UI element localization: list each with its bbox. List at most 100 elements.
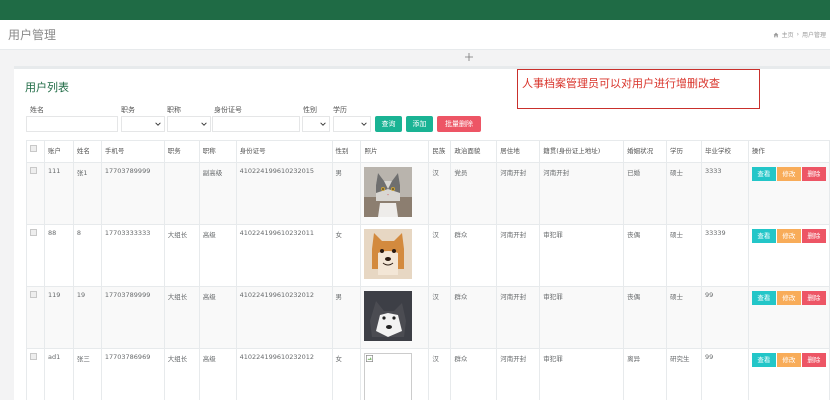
view-button[interactable]: 查看 (751, 167, 776, 181)
row-select[interactable] (26, 162, 45, 225)
cell-education: 研究生 (666, 348, 702, 400)
cell-ethnicity: 汉 (428, 224, 452, 287)
view-button[interactable]: 查看 (751, 291, 776, 305)
cell-actions: 查看 修改 删除 (747, 286, 830, 349)
cell-marital: 离异 (623, 348, 668, 400)
col-header: 政治面貌 (450, 140, 498, 163)
idcard-input[interactable] (212, 116, 300, 132)
col-header: 毕业学校 (700, 140, 749, 163)
cell-name: 张1 (72, 162, 102, 225)
table-row: ad1 张三 17703786969 大组长 高级 41022419961023… (26, 348, 830, 400)
select-all-checkbox[interactable] (30, 145, 37, 152)
cell-phone: 17703333333 (100, 224, 165, 287)
cat-photo[interactable] (364, 167, 413, 217)
chevron-down-icon (201, 121, 207, 127)
row-checkbox[interactable] (30, 229, 37, 236)
position-select[interactable] (121, 116, 165, 132)
col-header: 姓名 (72, 140, 102, 163)
table-header-row: 账户 姓名 手机号 职务 职称 身份证号 性别 照片 民族 政治面貌 居住地 籍… (26, 140, 830, 163)
cell-politics: 群众 (450, 348, 498, 400)
col-header: 性别 (331, 140, 362, 163)
query-button[interactable]: 查询 (375, 116, 402, 132)
cell-idcard: 410224199610232012 (235, 348, 333, 400)
cell-ethnicity: 汉 (428, 286, 452, 349)
cell-residence: 河南开封 (496, 224, 541, 287)
col-header: 职称 (198, 140, 237, 163)
row-checkbox[interactable] (30, 353, 37, 360)
cell-education: 硕士 (666, 162, 702, 225)
view-button[interactable]: 查看 (751, 229, 776, 243)
row-checkbox[interactable] (30, 167, 37, 174)
chevron-down-icon (320, 121, 326, 127)
cell-school: 3333 (700, 162, 749, 225)
edit-button[interactable]: 修改 (776, 229, 801, 243)
broken-image-icon (366, 355, 374, 362)
cell-ethnicity: 汉 (428, 162, 452, 225)
dog-photo[interactable] (364, 229, 413, 279)
move-icon[interactable] (465, 53, 473, 61)
cell-idcard: 410224199610232012 (235, 286, 333, 349)
cell-account: 111 (43, 162, 74, 225)
education-select[interactable] (333, 116, 371, 132)
row-checkbox[interactable] (30, 291, 37, 298)
cell-school: 99 (700, 286, 749, 349)
cell-school: 33339 (700, 224, 749, 287)
row-select[interactable] (26, 286, 45, 349)
cell-residence: 河南开封 (496, 286, 541, 349)
edit-button[interactable]: 修改 (776, 291, 801, 305)
cell-account: 119 (43, 286, 74, 349)
col-header: 籍贯(身份证上地址) (539, 140, 625, 163)
delete-button[interactable]: 删除 (801, 229, 826, 243)
cell-phone: 17703789999 (100, 286, 165, 349)
filter-education-label: 学历 (333, 106, 347, 114)
cell-idcard: 410224199610232015 (235, 162, 333, 225)
husky-photo[interactable] (364, 291, 413, 341)
title-select[interactable] (167, 116, 211, 132)
select-all-header[interactable] (26, 140, 45, 163)
row-select[interactable] (26, 224, 45, 287)
filter-idcard-label: 身份证号 (214, 106, 242, 114)
breadcrumb-home[interactable]: 主页 (782, 30, 794, 39)
cell-actions: 查看 修改 删除 (747, 162, 830, 225)
chevron-down-icon (361, 121, 367, 127)
home-icon[interactable] (773, 32, 779, 38)
cell-school: 99 (700, 348, 749, 400)
cell-residence: 河南开封 (496, 162, 541, 225)
row-select[interactable] (26, 348, 45, 400)
cell-idcard: 410224199610232011 (235, 224, 333, 287)
edit-button[interactable]: 修改 (776, 167, 801, 181)
col-header: 民族 (428, 140, 452, 163)
col-header: 学历 (666, 140, 702, 163)
broken-photo[interactable] (364, 353, 413, 400)
cell-gender: 男 (331, 286, 362, 349)
table-row: 111 张1 17703789999 副高级 41022419961023201… (26, 162, 830, 225)
filter-title-label: 职称 (167, 106, 181, 114)
delete-button[interactable]: 删除 (801, 353, 826, 367)
cell-photo (360, 224, 430, 287)
delete-button[interactable]: 删除 (801, 291, 826, 305)
cell-position: 大组长 (163, 286, 200, 349)
breadcrumb: 主页 › 用户管理 (773, 30, 826, 39)
edit-button[interactable]: 修改 (776, 353, 801, 367)
view-button[interactable]: 查看 (751, 353, 776, 367)
delete-button[interactable]: 删除 (801, 167, 826, 181)
name-input[interactable] (26, 116, 118, 132)
filter-position-label: 职务 (121, 106, 135, 114)
cell-ethnicity: 汉 (428, 348, 452, 400)
batch-delete-button[interactable]: 批量删除 (437, 116, 481, 132)
cell-photo (360, 348, 430, 400)
gender-select[interactable] (302, 116, 330, 132)
cell-residence: 河南开封 (496, 348, 541, 400)
cell-account: ad1 (43, 348, 74, 400)
cell-native: 审犯罪 (539, 348, 625, 400)
col-header: 照片 (360, 140, 430, 163)
cell-marital: 已婚 (623, 162, 668, 225)
add-button[interactable]: 添加 (406, 116, 433, 132)
page-header: 用户管理 主页 › 用户管理 (0, 20, 830, 50)
cell-gender: 男 (331, 162, 362, 225)
cell-name: 张三 (72, 348, 102, 400)
cell-name: 8 (72, 224, 102, 287)
filter-name-label: 姓名 (30, 106, 44, 114)
col-header: 居住地 (496, 140, 541, 163)
col-header: 婚姻状况 (623, 140, 668, 163)
